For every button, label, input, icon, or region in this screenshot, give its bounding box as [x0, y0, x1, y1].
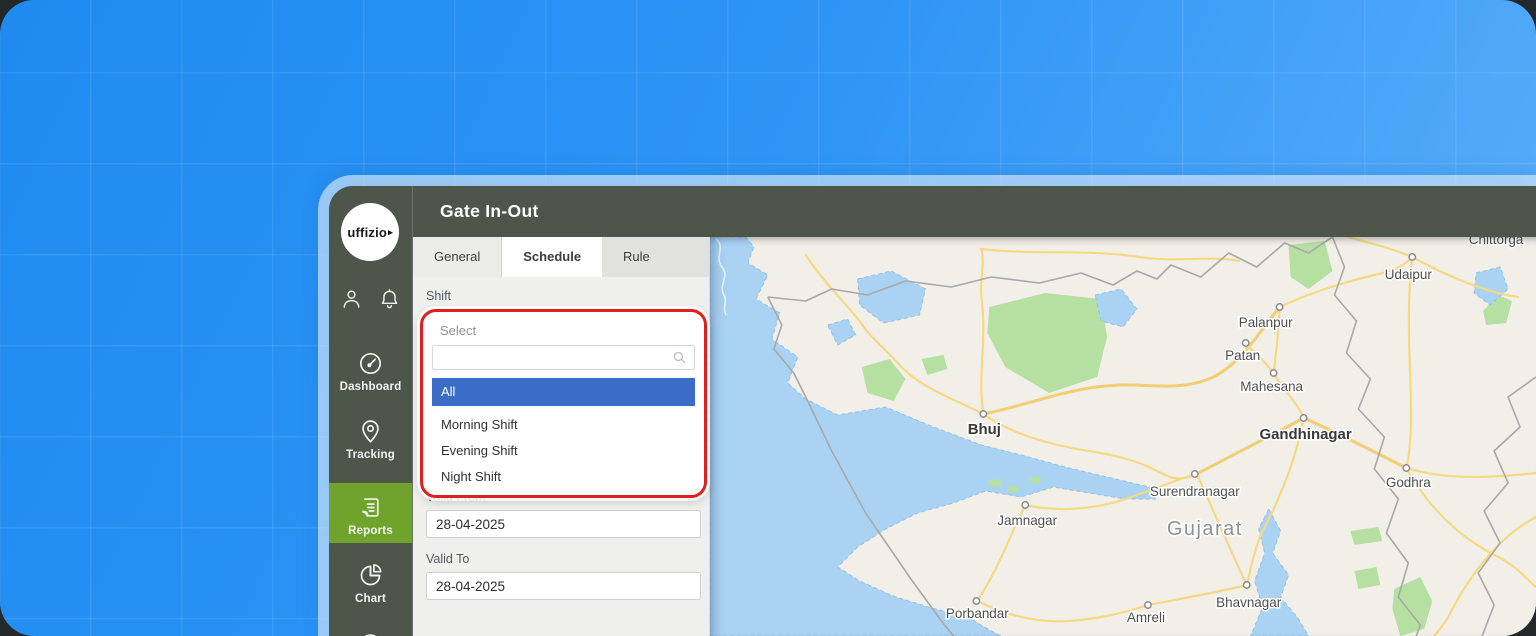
map-island [1029, 477, 1041, 484]
map-label-patan: Patan [1225, 348, 1260, 363]
sidebar-item-more[interactable] [329, 629, 412, 636]
map-label-gujarat: Gujarat [1167, 518, 1243, 540]
map-svg: Chittorga Udaipur Palanpur Patan Mahesan… [710, 237, 1536, 636]
map-label-jamnagar: Jamnagar [997, 513, 1057, 528]
brand-logo-text: uffizio [347, 225, 387, 240]
map-canvas[interactable]: Chittorga Udaipur Palanpur Patan Mahesan… [710, 237, 1536, 636]
map-marker-patan [1243, 340, 1249, 346]
desktop-background: uffizio▸ Dashboard [0, 0, 1536, 636]
map-green [1354, 567, 1380, 589]
app-window: uffizio▸ Dashboard [329, 186, 1536, 636]
valid-to-label: Valid To [426, 552, 701, 566]
settings-panel: General Schedule Rule Shift Select [413, 237, 710, 636]
shift-select-display[interactable]: Select [432, 323, 695, 338]
sidebar-item-label: Dashboard [340, 381, 402, 393]
map-marker-amreli [1145, 602, 1151, 608]
map-label-surendranagar: Surendranagar [1150, 484, 1240, 499]
map-marker-palanpur [1276, 304, 1282, 310]
brand-arrow-icon: ▸ [388, 227, 393, 238]
search-icon [671, 349, 688, 366]
map-marker-mahesana [1270, 370, 1276, 376]
sidebar-item-dashboard[interactable]: Dashboard [329, 350, 412, 393]
tab-general[interactable]: General [413, 237, 502, 277]
tab-schedule[interactable]: Schedule [502, 237, 602, 277]
map-marker-udaipur [1409, 254, 1415, 260]
tab-rule[interactable]: Rule [602, 237, 671, 277]
tracking-pin-icon [357, 418, 384, 445]
tab-bar: General Schedule Rule [413, 237, 709, 277]
map-marker-godhra [1403, 465, 1409, 471]
valid-to-input[interactable] [426, 572, 701, 600]
map-marker-bhavnagar [1244, 582, 1250, 588]
shift-option-all[interactable]: All [432, 378, 695, 406]
shift-option-morning[interactable]: Morning Shift [432, 412, 695, 438]
brand-logo: uffizio▸ [341, 203, 399, 261]
main-area: Gate In-Out General Schedule Rule Shift … [412, 186, 1536, 636]
user-icon[interactable] [340, 287, 363, 310]
map-island [1007, 486, 1019, 493]
shift-dropdown-highlight: Select All Morning Shift Evening Shift N… [420, 309, 707, 498]
shift-search-input[interactable] [432, 345, 695, 370]
sidebar-item-tracking[interactable]: Tracking [329, 418, 412, 461]
map-label-mahesana: Mahesana [1240, 379, 1303, 394]
valid-from-input[interactable] [426, 510, 701, 538]
map-marker-porbandar [973, 598, 979, 604]
shift-label: Shift [426, 289, 701, 303]
page-title: Gate In-Out [440, 201, 539, 222]
map-label-bhavnagar: Bhavnagar [1216, 595, 1282, 610]
map-label-porbandar: Porbandar [946, 606, 1009, 621]
sidebar-item-label: Reports [348, 525, 393, 537]
shift-option-evening[interactable]: Evening Shift [432, 438, 695, 464]
map-label-godhra: Godhra [1386, 475, 1431, 490]
map-label-bhuj: Bhuj [968, 421, 1001, 438]
map-marker-bhuj [980, 411, 986, 417]
page-header: Gate In-Out [413, 186, 1536, 237]
shift-option-night[interactable]: Night Shift [432, 464, 695, 490]
dashboard-gauge-icon [357, 350, 384, 377]
chart-pie-icon [357, 562, 384, 589]
sidebar-item-chart[interactable]: Chart [329, 562, 412, 605]
bell-icon[interactable] [378, 287, 401, 310]
map-label-gandhinagar: Gandhinagar [1259, 426, 1351, 443]
sidebar-item-label: Chart [355, 593, 386, 605]
sidebar: uffizio▸ Dashboard [329, 186, 412, 636]
map-label-udaipur: Udaipur [1385, 267, 1433, 282]
map-label-palanpur: Palanpur [1239, 315, 1293, 330]
map-marker-jamnagar [1022, 502, 1028, 508]
map-label-amreli: Amreli [1127, 610, 1165, 625]
map-marker-surendranagar [1192, 471, 1198, 477]
sidebar-item-label: Tracking [346, 449, 395, 461]
map-label-chittorgarh: Chittorga [1469, 237, 1524, 247]
reports-document-icon [357, 494, 384, 521]
map-island [988, 479, 1002, 487]
map-marker-gandhinagar [1300, 415, 1306, 421]
sidebar-item-reports[interactable]: Reports [329, 483, 412, 543]
more-icon [357, 629, 384, 636]
